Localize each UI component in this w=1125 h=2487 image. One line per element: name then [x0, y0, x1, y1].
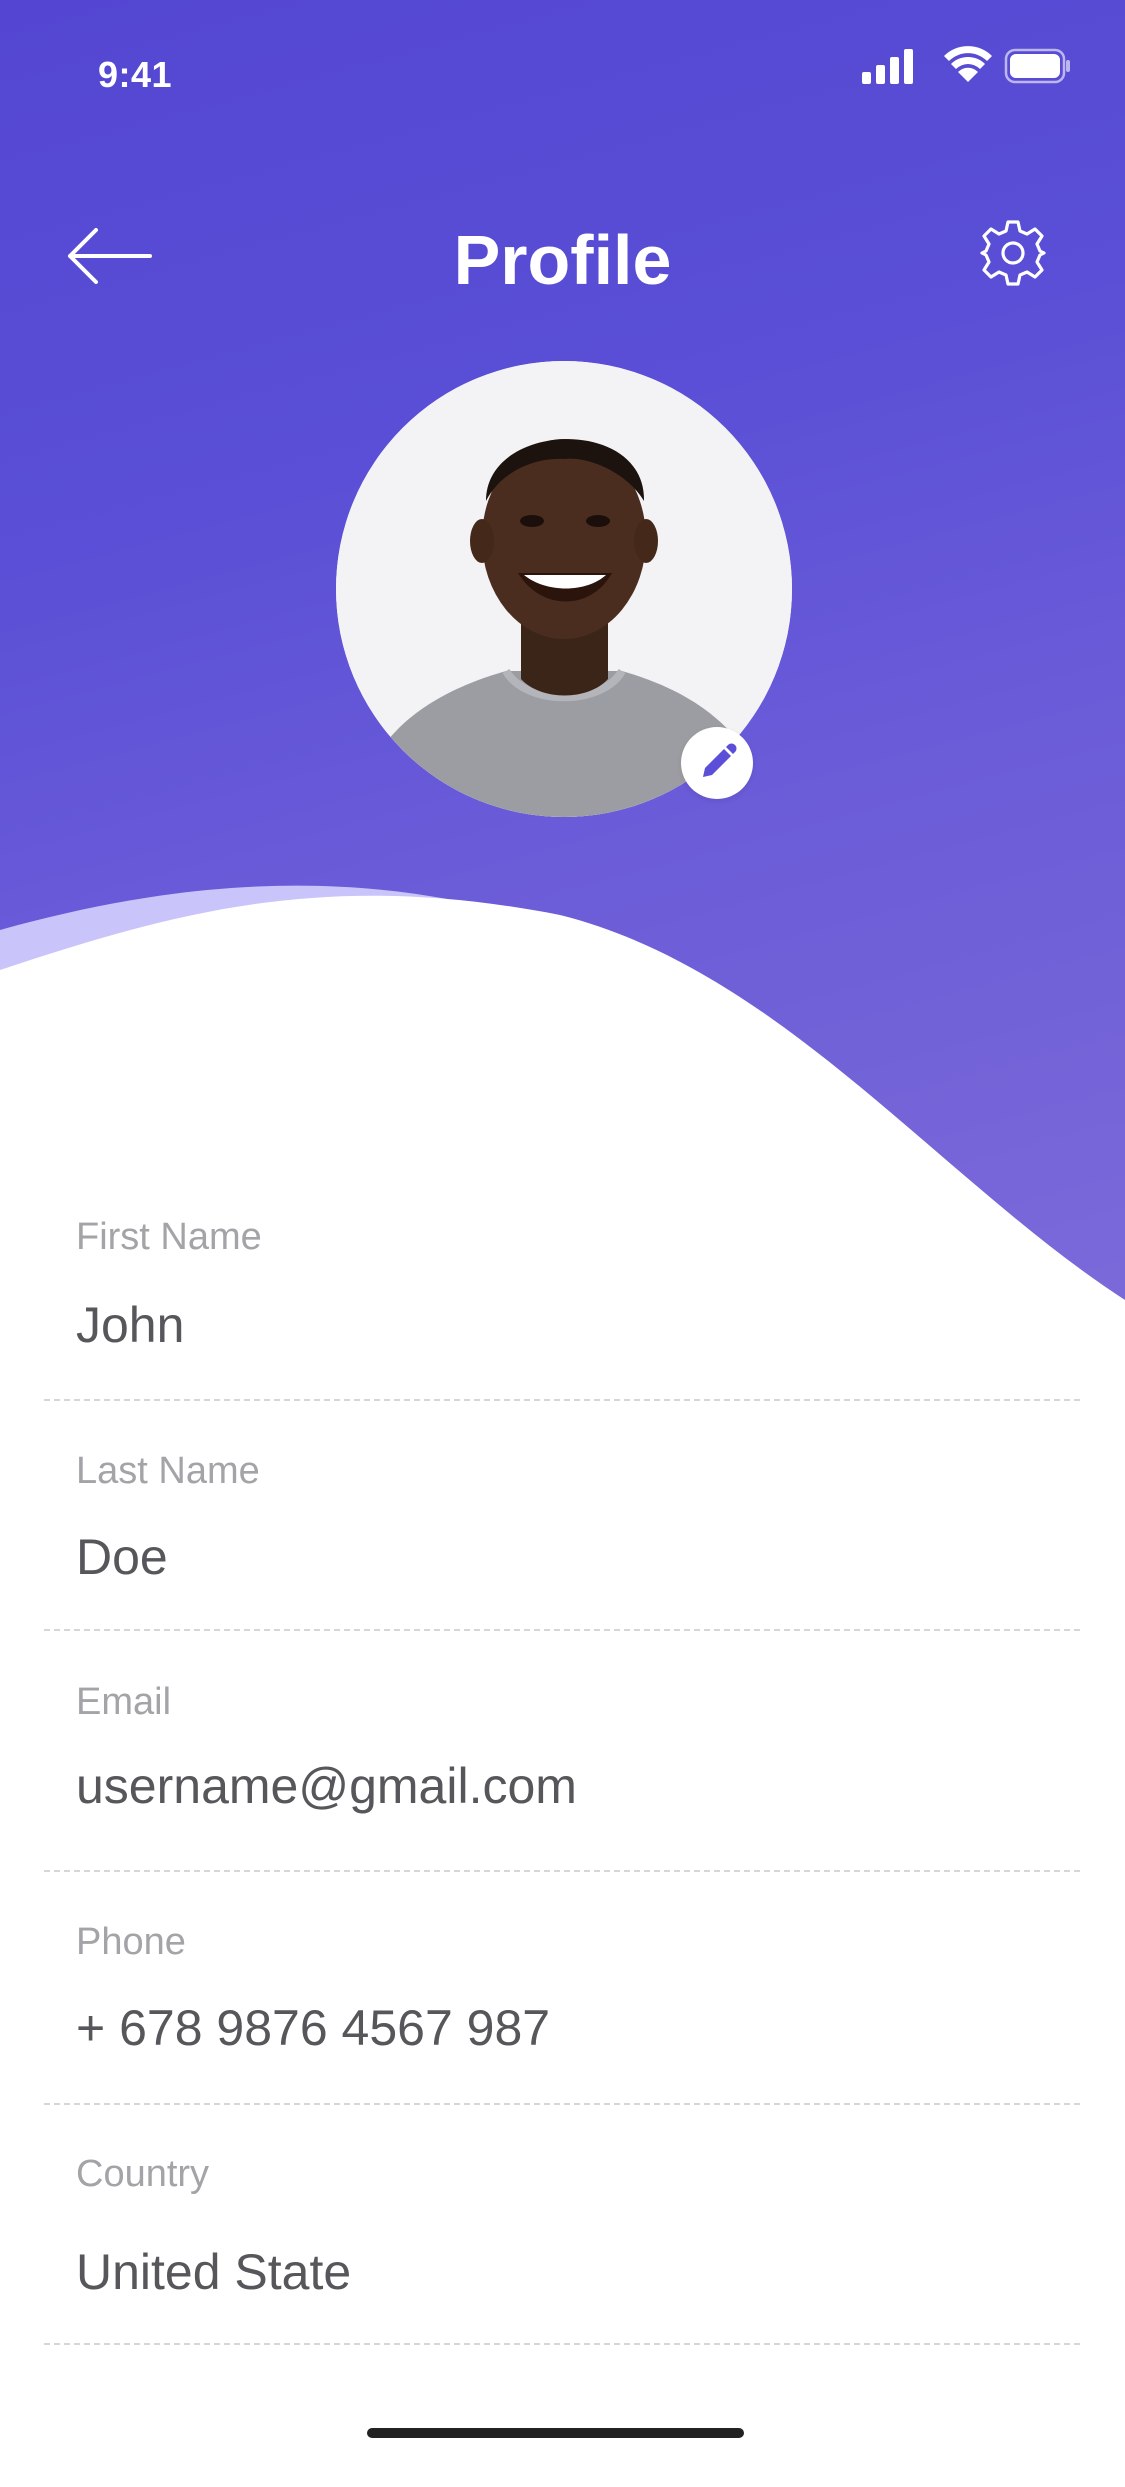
phone-label: Phone: [76, 1921, 186, 1963]
wifi-icon: [944, 46, 992, 82]
country-value[interactable]: United State: [76, 2243, 351, 2301]
settings-button[interactable]: [978, 218, 1048, 288]
cellular-signal-icon: [862, 49, 913, 84]
divider: [44, 1399, 1080, 1401]
country-field[interactable]: Country United State: [44, 2153, 1080, 2349]
edit-avatar-button[interactable]: [681, 727, 753, 799]
email-label: Email: [76, 1681, 172, 1723]
gear-icon: [980, 220, 1046, 286]
divider: [44, 1629, 1080, 1631]
page-title: Profile: [453, 221, 672, 299]
pencil-icon: [703, 743, 737, 777]
divider: [44, 2343, 1080, 2345]
status-time: 9:41: [98, 54, 173, 95]
first-name-label: First Name: [76, 1216, 262, 1258]
last-name-label: Last Name: [76, 1450, 260, 1492]
country-label: Country: [76, 2153, 210, 2195]
last-name-field[interactable]: Last Name Doe: [44, 1450, 1080, 1636]
phone-value[interactable]: + 678 9876 4567 987: [76, 1999, 550, 2057]
phone-field[interactable]: Phone + 678 9876 4567 987: [44, 1921, 1080, 2107]
divider: [44, 2103, 1080, 2105]
first-name-value[interactable]: John: [76, 1296, 184, 1354]
email-value[interactable]: username@gmail.com: [76, 1757, 577, 1815]
divider: [44, 1870, 1080, 1872]
battery-icon: [1004, 48, 1070, 84]
first-name-field[interactable]: First Name John: [44, 1216, 1080, 1402]
last-name-value[interactable]: Doe: [76, 1528, 168, 1586]
email-field[interactable]: Email username@gmail.com: [44, 1681, 1080, 1877]
status-icons: [862, 46, 1070, 86]
home-indicator[interactable]: [367, 2428, 744, 2438]
